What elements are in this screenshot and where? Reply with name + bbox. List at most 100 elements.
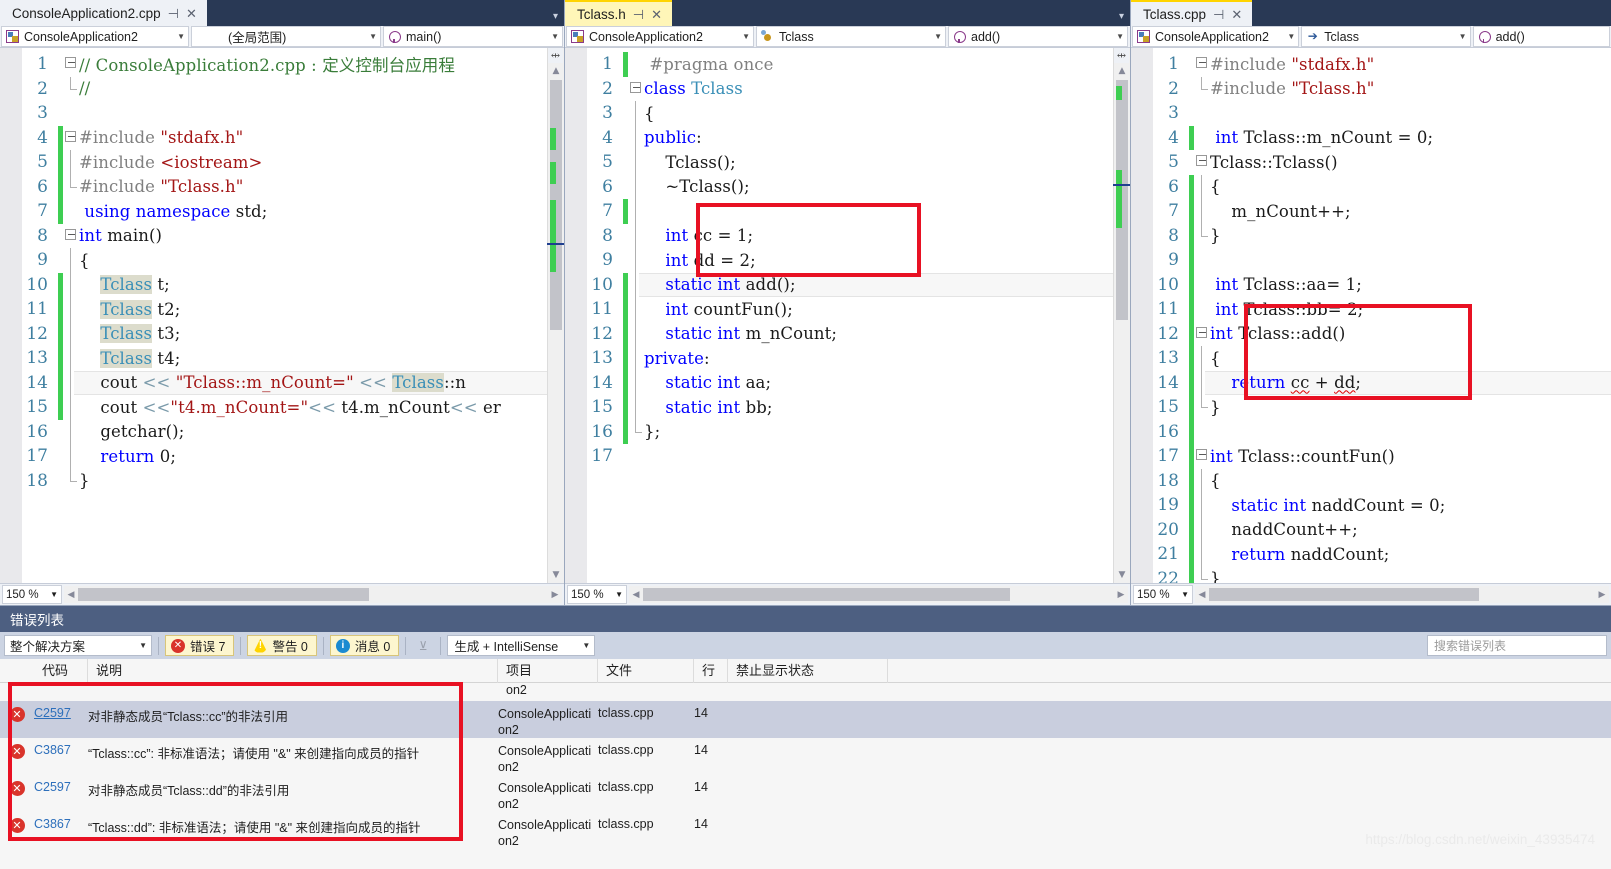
error-row[interactable]: ✕ C2597 对非静态成员“Tclass::cc”的非法引用 ConsoleAppl… bbox=[0, 701, 1611, 738]
header-project[interactable]: 项目 bbox=[498, 658, 598, 683]
error-code[interactable]: C2597 bbox=[34, 701, 88, 720]
code-line[interactable]: 17 return 0; bbox=[0, 444, 564, 469]
fold-indicator[interactable] bbox=[1194, 444, 1210, 469]
member-dropdown-pane1[interactable]: main() ▼ bbox=[383, 26, 563, 47]
tab-consoleapplication2-cpp[interactable]: ConsoleApplication2.cpp ⊣ ✕ bbox=[0, 0, 207, 26]
code-line[interactable]: 3 bbox=[0, 101, 564, 126]
code-line[interactable]: 14 cout << "Tclass::m_nCount=" << Tclass… bbox=[0, 370, 564, 395]
code-line[interactable]: 13 Tclass t4; bbox=[0, 346, 564, 371]
code-line[interactable]: 10 int Tclass::aa= 1; bbox=[1131, 272, 1611, 297]
code-line[interactable]: 16 getchar(); bbox=[0, 419, 564, 444]
error-row[interactable]: ✕ C3867 “Tclass::cc”: 非标准语法；请使用 "&" 来创建指向成… bbox=[0, 738, 1611, 775]
header-line[interactable]: 行 bbox=[694, 658, 728, 683]
hscroll-track[interactable] bbox=[1209, 588, 1595, 601]
code-line[interactable]: 11 int Tclass::bb= 2; bbox=[1131, 297, 1611, 322]
pin-icon[interactable]: ⊣ bbox=[1213, 8, 1224, 21]
hscroll-thumb[interactable] bbox=[643, 588, 1011, 601]
code-line[interactable]: 8 int main() bbox=[0, 224, 564, 249]
code-line[interactable]: 4 #include "stdafx.h" bbox=[0, 125, 564, 150]
code-line[interactable]: 3 bbox=[1131, 101, 1611, 126]
vertical-scrollbar-pane2[interactable]: ⇹ ▲ ▼ bbox=[1113, 48, 1130, 583]
code-editor-pane2[interactable]: 1 #pragma once 2 class Tclass 3{4 public: 5 T… bbox=[565, 48, 1130, 583]
build-filter-dropdown[interactable]: 生成 + IntelliSense ▼ bbox=[447, 635, 596, 656]
fold-indicator[interactable] bbox=[1194, 322, 1210, 347]
member-dropdown-pane2[interactable]: add() ▼ bbox=[948, 26, 1128, 47]
code-line[interactable]: 18} bbox=[0, 468, 564, 494]
code-line[interactable]: 5 Tclass(); bbox=[565, 150, 1130, 175]
code-line[interactable]: 7 using namespace std; bbox=[0, 199, 564, 224]
code-line[interactable]: 15 cout <<"t4.m_nCount="<< t4.m_nCount<<… bbox=[0, 395, 564, 420]
code-line[interactable]: 1 // ConsoleApplication2.cpp : 定义控制台应用程 bbox=[0, 52, 564, 77]
scroll-left-arrow[interactable]: ◀ bbox=[64, 589, 78, 600]
code-line[interactable]: 5 Tclass::Tclass() bbox=[1131, 150, 1611, 175]
code-line[interactable]: 16}; bbox=[565, 419, 1130, 444]
code-line[interactable]: 7 bbox=[565, 199, 1130, 224]
code-line[interactable]: 9 bbox=[1131, 248, 1611, 273]
scope-dropdown-pane2[interactable]: Tclass ▼ bbox=[756, 26, 946, 47]
code-line[interactable]: 11 Tclass t2; bbox=[0, 297, 564, 322]
code-line[interactable]: 10 Tclass t; bbox=[0, 272, 564, 297]
code-line[interactable]: 6{ bbox=[1131, 174, 1611, 199]
code-line[interactable]: 3{ bbox=[565, 101, 1130, 126]
scope-dropdown-pane1[interactable]: (全局范围) ▼ bbox=[191, 26, 381, 47]
code-line[interactable]: 18 { bbox=[1131, 468, 1611, 493]
code-line[interactable]: 8} bbox=[1131, 223, 1611, 248]
code-line[interactable]: 8 int cc = 1; bbox=[565, 223, 1130, 248]
hscroll-track[interactable] bbox=[643, 588, 1114, 601]
scroll-down-arrow[interactable]: ▼ bbox=[548, 567, 564, 583]
pin-icon[interactable]: ⊣ bbox=[633, 8, 644, 21]
code-line[interactable]: 20 naddCount++; bbox=[1131, 517, 1611, 542]
hscroll-thumb[interactable] bbox=[1209, 588, 1480, 601]
scroll-left-arrow[interactable]: ◀ bbox=[1195, 589, 1209, 600]
code-line[interactable]: 13 { bbox=[1131, 346, 1611, 371]
project-dropdown-pane2[interactable]: ConsoleApplication2 ▼ bbox=[566, 26, 754, 47]
code-line[interactable]: 1 #include "stdafx.h" bbox=[1131, 52, 1611, 77]
close-icon[interactable]: ✕ bbox=[1231, 8, 1242, 21]
fold-indicator[interactable] bbox=[1194, 52, 1210, 77]
hscroll-track[interactable] bbox=[78, 588, 548, 601]
member-dropdown-pane3[interactable]: add() bbox=[1472, 26, 1610, 47]
fold-indicator[interactable] bbox=[63, 224, 79, 249]
scroll-left-arrow[interactable]: ◀ bbox=[629, 589, 643, 600]
zoom-dropdown-pane3[interactable]: 150 % ▼ bbox=[1133, 585, 1193, 604]
code-line[interactable]: 1 #pragma once bbox=[565, 52, 1130, 77]
code-line[interactable]: 17 bbox=[565, 444, 1130, 469]
scroll-track[interactable] bbox=[1113, 80, 1130, 566]
error-code[interactable]: C2597 bbox=[34, 775, 88, 794]
scroll-right-arrow[interactable]: ▶ bbox=[548, 589, 562, 600]
horizontal-scrollbar-pane2[interactable]: ◀ ▶ bbox=[629, 586, 1128, 603]
code-line[interactable]: 12 int Tclass::add() bbox=[1131, 321, 1611, 347]
error-code[interactable]: C3867 bbox=[34, 738, 88, 757]
code-line[interactable]: 2 class Tclass bbox=[565, 77, 1130, 102]
scroll-track[interactable] bbox=[547, 80, 564, 566]
code-line[interactable]: 12 static int m_nCount; bbox=[565, 321, 1130, 346]
tab-tclass-cpp[interactable]: Tclass.cpp ⊣ ✕ bbox=[1131, 0, 1253, 26]
scroll-up-arrow[interactable]: ▲ bbox=[548, 63, 564, 79]
chevron-down-icon[interactable]: ▾ bbox=[553, 11, 558, 22]
split-view-icon[interactable]: ⇹ bbox=[548, 48, 563, 63]
code-line[interactable]: 9 int dd = 2; bbox=[565, 248, 1130, 273]
header-file[interactable]: 文件 bbox=[598, 658, 694, 683]
header-code[interactable]: 代码 bbox=[34, 658, 88, 683]
hscroll-thumb[interactable] bbox=[78, 588, 370, 601]
close-icon[interactable]: ✕ bbox=[186, 7, 197, 20]
code-line[interactable]: 11 int countFun(); bbox=[565, 297, 1130, 322]
code-line[interactable]: 9{ bbox=[0, 248, 564, 273]
code-line[interactable]: 16 bbox=[1131, 419, 1611, 444]
pin-icon[interactable]: ⊣ bbox=[168, 7, 179, 20]
horizontal-scrollbar-pane1[interactable]: ◀ ▶ bbox=[64, 586, 562, 603]
scroll-right-arrow[interactable]: ▶ bbox=[1595, 589, 1609, 600]
code-line[interactable]: 14 static int aa; bbox=[565, 370, 1130, 395]
error-row[interactable]: ✕ C2597 对非静态成员“Tclass::dd”的非法引用 ConsoleAppl… bbox=[0, 775, 1611, 812]
code-line[interactable]: 22} bbox=[1131, 566, 1611, 583]
code-line[interactable]: 4 public: bbox=[565, 125, 1130, 150]
error-scope-dropdown[interactable]: 整个解决方案 ▼ bbox=[4, 635, 152, 656]
scope-dropdown-pane3[interactable]: ➔ Tclass ▼ bbox=[1301, 26, 1471, 47]
code-line[interactable]: 2 // bbox=[0, 76, 564, 102]
code-editor-pane3[interactable]: 1 #include "stdafx.h" 2 #include "Tclass.h"… bbox=[1131, 48, 1611, 583]
warnings-filter-chip[interactable]: ! 警告 0 bbox=[247, 635, 317, 656]
fold-indicator[interactable] bbox=[628, 77, 644, 102]
code-line[interactable]: 7 m_nCount++; bbox=[1131, 199, 1611, 224]
search-error-list-input[interactable]: 搜索错误列表 bbox=[1427, 635, 1607, 656]
code-line[interactable]: 15} bbox=[1131, 395, 1611, 420]
